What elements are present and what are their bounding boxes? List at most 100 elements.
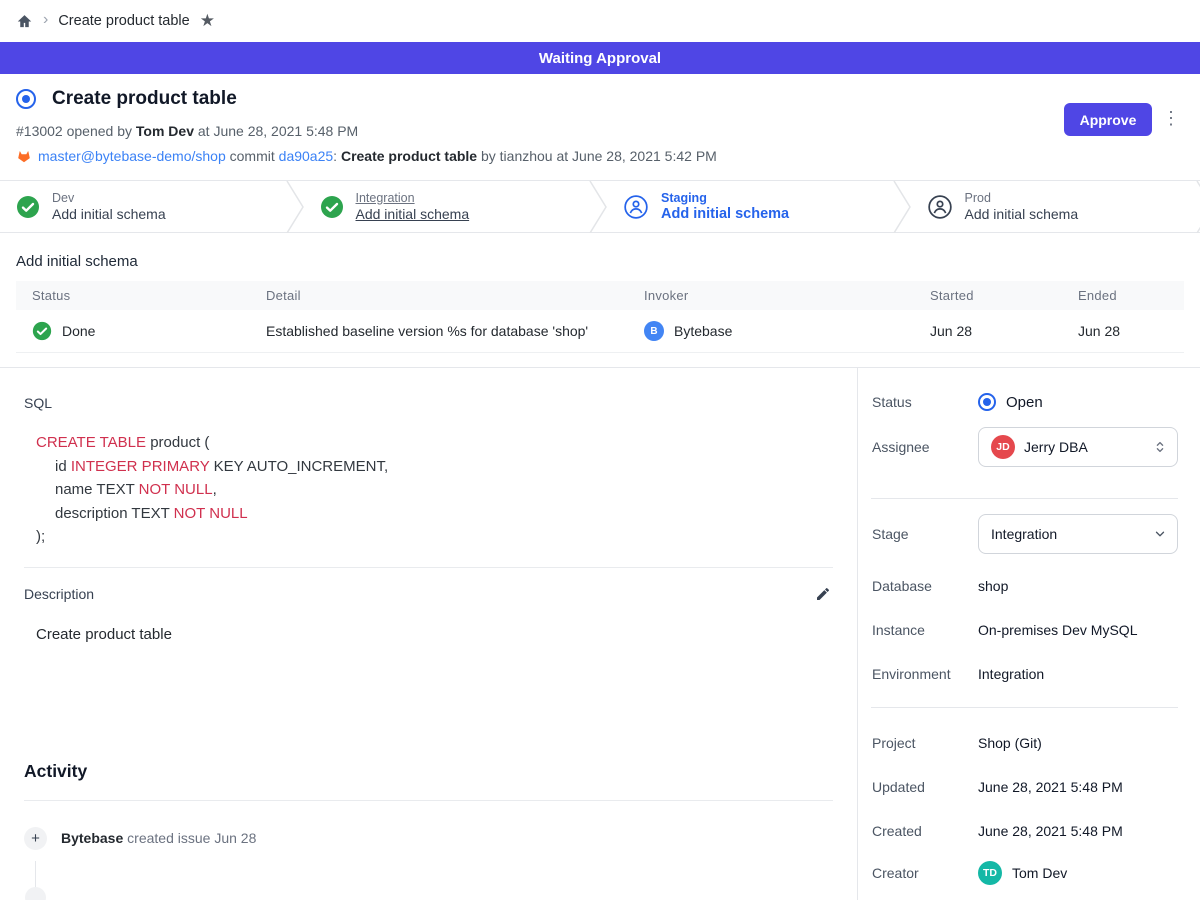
stage-task: Add initial schema (52, 206, 166, 222)
status-label: Status (872, 394, 978, 410)
timeline-connector (35, 861, 36, 889)
stage-value: Integration (991, 526, 1144, 542)
stage-integration[interactable]: IntegrationAdd initial schema (304, 181, 590, 232)
breadcrumb-current: Create product table (58, 13, 189, 29)
vcs-commit-link[interactable]: da90a25 (279, 148, 334, 164)
issue-author: Tom Dev (136, 123, 194, 139)
open-issue-icon (16, 89, 36, 109)
stage-env: Staging (661, 191, 789, 205)
stage-prod[interactable]: ProdAdd initial schema (911, 181, 1197, 232)
stage-env: Prod (965, 191, 1079, 205)
task-ended: Jun 28 (1062, 310, 1184, 353)
task-row[interactable]: Done Established baseline version %s for… (16, 310, 1184, 353)
plus-icon: + (24, 827, 47, 850)
task-table: Status Detail Invoker Started Ended Done… (16, 281, 1184, 353)
column-ended: Ended (1062, 281, 1184, 310)
assignee-row: Assignee JD Jerry DBA (872, 427, 1178, 467)
assignee-value: Jerry DBA (1024, 439, 1144, 455)
description-content: Create product table (24, 626, 833, 643)
updown-chevron-icon (1153, 439, 1167, 455)
timeline-node (25, 887, 46, 900)
edit-pencil-icon[interactable] (813, 584, 833, 604)
task-table-header-row: Status Detail Invoker Started Ended (16, 281, 1184, 310)
home-icon[interactable] (16, 13, 33, 30)
status-row: Status Open (872, 393, 1178, 411)
status-banner-label: Waiting Approval (539, 50, 661, 67)
activity-actor: Bytebase (61, 830, 123, 846)
assignee-select[interactable]: JD Jerry DBA (978, 427, 1178, 467)
approve-button[interactable]: Approve (1064, 103, 1152, 136)
stage-task: Add initial schema (965, 206, 1079, 222)
activity-action: created issue Jun 28 (127, 830, 256, 846)
divider (871, 707, 1178, 708)
environment-value: Integration (978, 666, 1044, 682)
stage-dev[interactable]: DevAdd initial schema (0, 181, 286, 232)
stage-separator (893, 181, 911, 233)
divider (24, 567, 833, 568)
column-detail: Detail (250, 281, 628, 310)
pipeline-stages: DevAdd initial schema IntegrationAdd ini… (0, 181, 1200, 233)
stage-select[interactable]: Integration (978, 514, 1178, 554)
creator-label: Creator (872, 865, 978, 881)
stage-label: Stage (872, 526, 978, 542)
chevron-right-icon: › (43, 11, 48, 29)
updated-row: Updated June 28, 2021 5:48 PM (872, 779, 1178, 795)
project-label: Project (872, 735, 978, 751)
task-detail: Established baseline version %s for data… (250, 310, 628, 353)
instance-row: Instance On-premises Dev MySQL (872, 622, 1178, 638)
task-started: Jun 28 (914, 310, 1062, 353)
person-circle-icon (623, 194, 649, 220)
stage-env: Dev (52, 191, 166, 205)
creator-row: Creator TD Tom Dev (872, 861, 1178, 885)
updated-value: June 28, 2021 5:48 PM (978, 779, 1123, 795)
creator-value: Tom Dev (1012, 865, 1067, 881)
assignee-label: Assignee (872, 439, 978, 455)
invoker-avatar: B (644, 321, 664, 341)
instance-value: On-premises Dev MySQL (978, 622, 1137, 638)
divider (871, 498, 1178, 499)
issue-title: Create product table (52, 88, 237, 110)
stage-separator (286, 181, 304, 233)
task-status: Done (62, 323, 95, 339)
gitlab-icon (16, 148, 32, 164)
task-invoker: Bytebase (674, 323, 732, 339)
instance-label: Instance (872, 622, 978, 638)
stage-task: Add initial schema (356, 206, 470, 222)
activity-title: Activity (24, 761, 833, 782)
check-circle-icon (16, 195, 40, 219)
issue-body: SQL CREATE TABLE product ( id INTEGER PR… (0, 368, 857, 900)
created-value: June 28, 2021 5:48 PM (978, 823, 1123, 839)
status-banner: Waiting Approval (0, 42, 1200, 74)
created-label: Created (872, 823, 978, 839)
project-row: Project Shop (Git) (872, 735, 1178, 751)
divider (24, 800, 833, 801)
updated-label: Updated (872, 779, 978, 795)
kebab-menu-icon[interactable]: ⋮ (1162, 107, 1180, 130)
issue-header: Create product table #13002 opened by To… (0, 74, 1200, 181)
stage-separator (1196, 181, 1200, 233)
bytebase-issue-page: › Create product table ★ Waiting Approva… (0, 0, 1200, 900)
column-invoker: Invoker (628, 281, 914, 310)
column-status: Status (16, 281, 250, 310)
task-section-title: Add initial schema (16, 253, 1184, 270)
sql-label: SQL (24, 395, 833, 411)
sql-code: CREATE TABLE product ( id INTEGER PRIMAR… (24, 431, 833, 549)
created-row: Created June 28, 2021 5:48 PM (872, 823, 1178, 839)
task-section: Add initial schema Status Detail Invoker… (0, 233, 1200, 368)
stage-env: Integration (356, 191, 470, 205)
stage-staging[interactable]: StagingAdd initial schema (607, 181, 893, 232)
stage-task: Add initial schema (661, 206, 789, 222)
project-value: Shop (Git) (978, 735, 1042, 751)
star-icon[interactable]: ★ (200, 11, 215, 31)
person-circle-icon (927, 194, 953, 220)
check-circle-icon (320, 195, 344, 219)
done-check-icon (32, 321, 52, 341)
open-status-icon (978, 393, 996, 411)
database-value: shop (978, 578, 1008, 594)
vcs-commit-line: master@bytebase-demo/shop commit da90a25… (16, 148, 1184, 164)
database-row: Database shop (872, 578, 1178, 594)
chevron-down-icon (1153, 527, 1167, 541)
activity-item: + Bytebase created issue Jun 28 (24, 827, 833, 850)
assignee-avatar: JD (991, 435, 1015, 459)
vcs-branch-link[interactable]: master@bytebase-demo/shop (38, 148, 226, 164)
